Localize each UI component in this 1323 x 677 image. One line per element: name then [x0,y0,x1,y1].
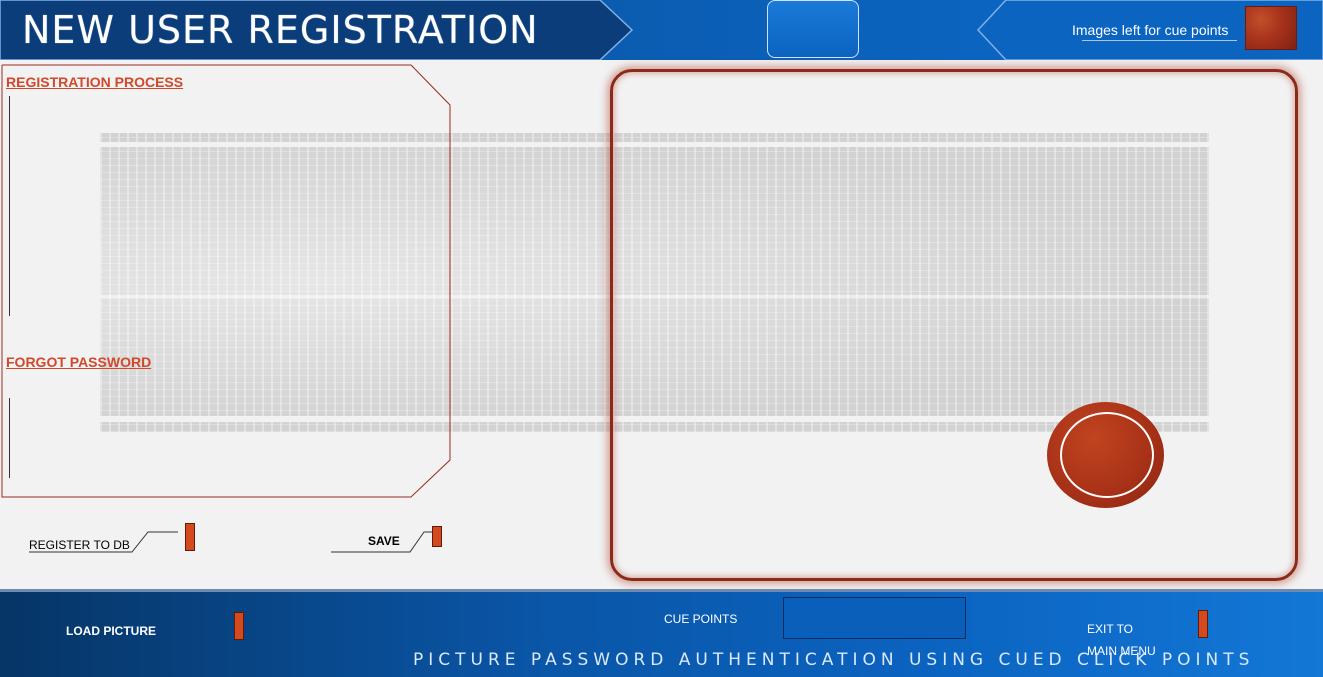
exit-to-label: EXIT TO [1087,622,1134,636]
forgot-password-divider [9,398,10,478]
load-picture-button[interactable] [234,612,244,640]
images-left-underline [1082,40,1237,41]
registration-process-underline [6,88,176,89]
register-to-db-label: REGISTER TO DB [29,538,130,552]
header-center-panel [767,0,859,58]
stamp-ring-icon [1060,412,1154,498]
images-left-label: Images left for cue points [1072,22,1229,38]
registration-process-divider [9,96,10,316]
save-button[interactable] [432,526,442,547]
footer-caption: PICTURE PASSWORD AUTHENTICATION USING CU… [413,650,1255,670]
images-left-thumbnail [1245,6,1297,50]
cue-points-label: CUE POINTS [664,612,738,626]
page-title: NEW USER REGISTRATION [22,8,539,52]
exit-to-main-menu-button[interactable] [1198,610,1208,638]
load-picture-label: LOAD PICTURE [66,624,156,638]
forgot-password-link[interactable]: FORGOT PASSWORD [6,354,151,370]
picture-frame[interactable] [610,69,1298,581]
left-panel-outline [1,64,451,498]
cue-points-field[interactable] [783,597,966,639]
save-label: SAVE [368,534,400,548]
register-to-db-button[interactable] [185,523,195,551]
